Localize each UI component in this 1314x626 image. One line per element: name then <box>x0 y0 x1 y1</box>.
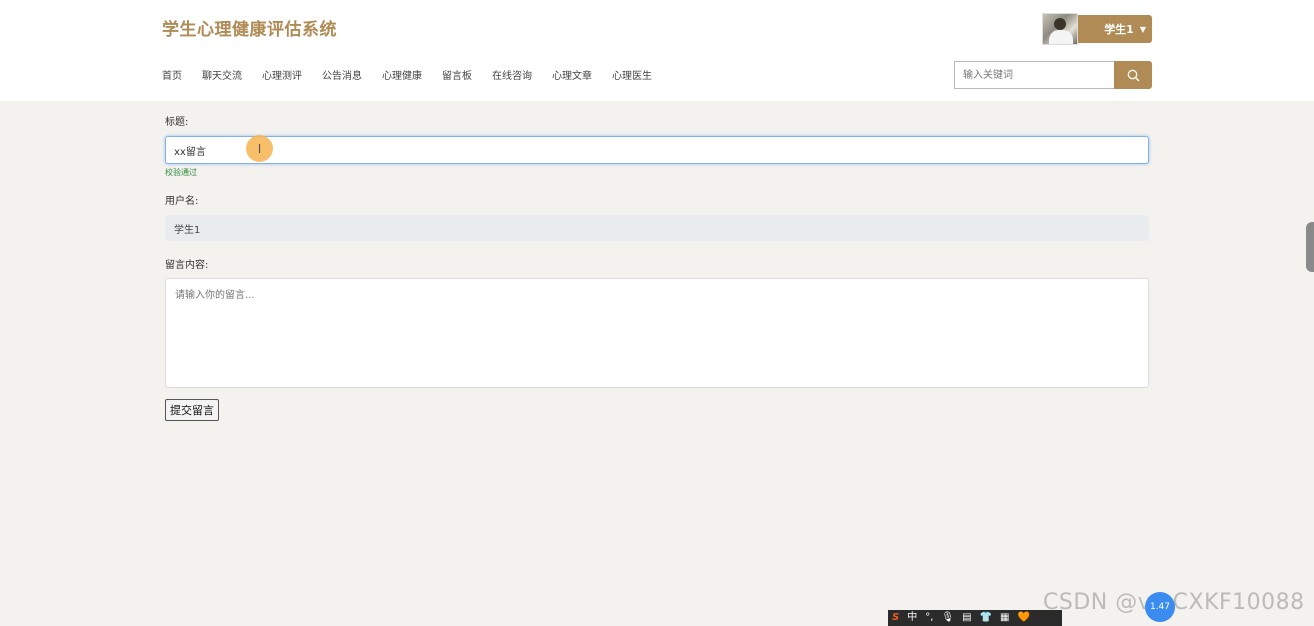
microphone-icon[interactable]: 🎙 <box>941 610 954 626</box>
search-bar <box>954 61 1152 89</box>
validation-message: 校验通过 <box>165 168 197 177</box>
main-nav: 首页 聊天交流 心理测评 公告消息 心理健康 留言板 在线咨询 心理文章 心理医… <box>162 67 672 82</box>
user-dropdown-button[interactable]: 学生1 ▼ <box>1078 15 1152 43</box>
user-name: 学生1 <box>1104 23 1134 36</box>
sogou-logo-icon[interactable]: S <box>892 610 899 626</box>
avatar[interactable] <box>1042 13 1078 45</box>
ime-mode-icon[interactable]: 中 <box>907 610 917 626</box>
side-tab-handle[interactable] <box>1306 222 1314 272</box>
nav-item-chat[interactable]: 聊天交流 <box>202 67 242 82</box>
nav-item-home[interactable]: 首页 <box>162 67 182 82</box>
search-icon <box>1127 69 1139 81</box>
nav-item-doctors[interactable]: 心理医生 <box>612 67 652 82</box>
toolbox-icon[interactable]: ▦ <box>1000 610 1009 626</box>
chevron-down-icon: ▼ <box>1139 24 1146 34</box>
username-field: 学生1 <box>165 215 1149 241</box>
nav-item-announcements[interactable]: 公告消息 <box>322 67 362 82</box>
submit-button[interactable]: 提交留言 <box>165 399 219 421</box>
user-menu[interactable]: 学生1 ▼ <box>1042 13 1152 45</box>
nav-item-articles[interactable]: 心理文章 <box>552 67 592 82</box>
header: 学生心理健康评估系统 学生1 ▼ 首页 聊天交流 心理测评 公告消息 心理健康 … <box>0 0 1314 101</box>
ime-toolbar: S 中 °, 🎙 ▤ 👕 ▦ 🧡 <box>888 610 1062 626</box>
keyboard-icon[interactable]: ▤ <box>962 610 971 626</box>
username-label: 用户名: <box>165 196 199 207</box>
text-cursor-icon: I <box>257 141 262 156</box>
title-label: 标题: <box>165 117 189 128</box>
nav-item-online-consult[interactable]: 在线咨询 <box>492 67 532 82</box>
site-title[interactable]: 学生心理健康评估系统 <box>162 15 337 40</box>
content-label: 留言内容: <box>165 260 209 271</box>
search-button[interactable] <box>1114 61 1152 89</box>
skin-icon[interactable]: 👕 <box>980 610 992 626</box>
mascot-icon[interactable]: 🧡 <box>1017 610 1029 626</box>
content-textarea[interactable] <box>165 278 1149 388</box>
nav-item-mental-health[interactable]: 心理健康 <box>382 67 422 82</box>
punctuation-icon[interactable]: °, <box>925 610 933 626</box>
nav-item-message-board[interactable]: 留言板 <box>442 67 472 82</box>
message-form: 标题: 校验通过 用户名: 学生1 留言内容: 提交留言 <box>165 113 1149 421</box>
floating-bubble[interactable]: 1.47 <box>1145 592 1175 622</box>
nav-item-assessment[interactable]: 心理测评 <box>262 67 302 82</box>
mouse-cursor-highlight: I <box>246 135 273 162</box>
search-input[interactable] <box>954 61 1114 89</box>
title-input[interactable] <box>165 136 1149 164</box>
